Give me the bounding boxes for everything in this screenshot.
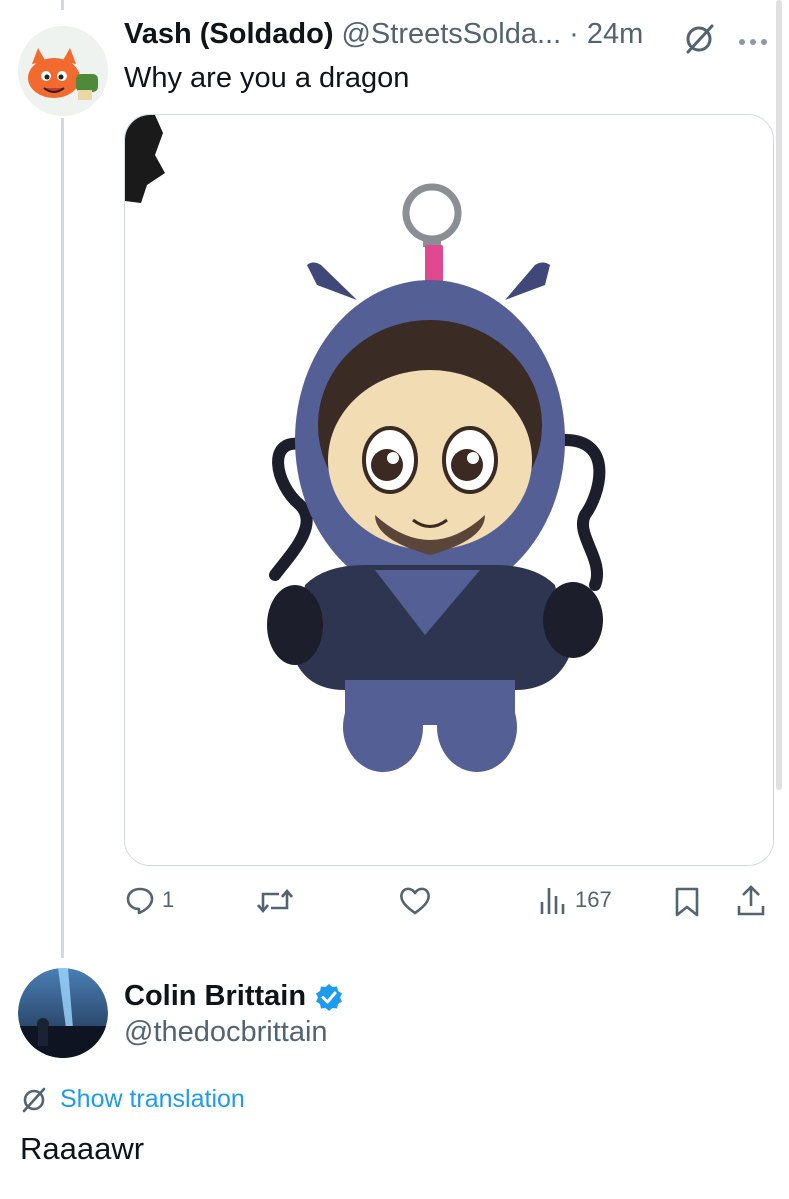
reply-count: 1 bbox=[162, 887, 175, 912]
reply-time[interactable]: 24m bbox=[587, 18, 643, 51]
translate-icon bbox=[22, 1087, 46, 1112]
bookmark-action[interactable] bbox=[674, 886, 700, 918]
thread-line bbox=[61, 118, 64, 958]
separator-dot: · bbox=[569, 18, 579, 50]
main-post-author-name[interactable]: Colin Brittain bbox=[124, 980, 306, 1013]
show-translation-label: Show translation bbox=[60, 1085, 245, 1113]
reply-text: Why are you a dragon bbox=[124, 62, 410, 94]
like-icon bbox=[400, 887, 430, 915]
main-post-avatar[interactable] bbox=[18, 968, 108, 1058]
reply-action[interactable]: 1 bbox=[124, 884, 174, 916]
main-post-author: Colin Brittain bbox=[124, 980, 344, 1013]
scrollbar[interactable] bbox=[776, 0, 782, 790]
share-action[interactable] bbox=[735, 884, 767, 918]
verified-icon bbox=[316, 983, 343, 1011]
show-translation-link[interactable]: Show translation bbox=[20, 1085, 245, 1114]
retweet-action[interactable] bbox=[255, 886, 295, 916]
views-count: 167 bbox=[575, 887, 612, 912]
more-icon[interactable] bbox=[738, 34, 768, 52]
views-icon bbox=[540, 888, 565, 914]
main-post-text: Raaaawr bbox=[20, 1131, 145, 1166]
reply-author-name[interactable]: Vash (Soldado) bbox=[124, 18, 333, 51]
retweet-icon bbox=[257, 888, 293, 914]
bookmark-icon bbox=[675, 887, 699, 917]
reply-icon bbox=[126, 887, 154, 915]
reply-header: Vash (Soldado) @StreetsSolda... · 24m bbox=[124, 18, 643, 51]
share-icon bbox=[737, 885, 765, 916]
reply-author-handle[interactable]: @StreetsSolda... bbox=[341, 18, 561, 51]
media-image[interactable] bbox=[124, 114, 774, 866]
like-action[interactable] bbox=[398, 886, 432, 916]
views-action[interactable]: 167 bbox=[537, 884, 612, 916]
thread-line-top bbox=[61, 0, 64, 10]
reply-avatar[interactable] bbox=[18, 26, 108, 116]
grok-icon[interactable] bbox=[682, 22, 716, 61]
main-post-author-handle[interactable]: @thedocbrittain bbox=[124, 1016, 328, 1049]
